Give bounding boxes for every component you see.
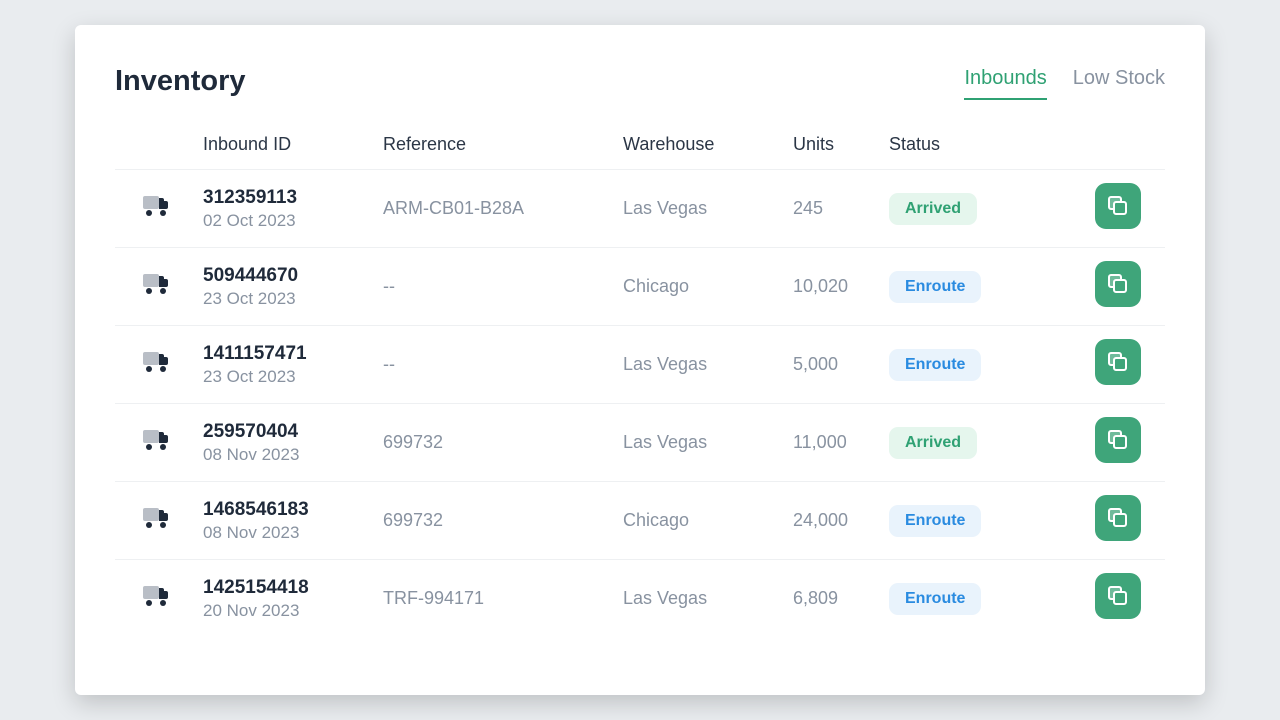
header-warehouse: Warehouse bbox=[623, 134, 793, 170]
inbound-date: 23 Oct 2023 bbox=[203, 366, 383, 387]
header-reference: Reference bbox=[383, 134, 623, 170]
tab-inbounds[interactable]: Inbounds bbox=[964, 67, 1046, 100]
copy-icon bbox=[1113, 435, 1127, 449]
units-value: 11,000 bbox=[793, 432, 847, 452]
units-value: 5,000 bbox=[793, 354, 838, 374]
inbound-date: 08 Nov 2023 bbox=[203, 522, 383, 543]
table-row: 25957040408 Nov 2023699732 Las Vegas 11,00… bbox=[115, 404, 1165, 482]
copy-button[interactable] bbox=[1095, 573, 1141, 619]
copy-icon bbox=[1113, 513, 1127, 527]
copy-icon bbox=[1113, 201, 1127, 215]
warehouse-value: Las Vegas bbox=[623, 198, 707, 218]
copy-button[interactable] bbox=[1095, 183, 1141, 229]
units-value: 6,809 bbox=[793, 588, 838, 608]
copy-button[interactable] bbox=[1095, 261, 1141, 307]
inbound-id: 509444670 bbox=[203, 264, 383, 288]
warehouse-value: Las Vegas bbox=[623, 354, 707, 374]
header-inbound-id: Inbound ID bbox=[203, 134, 383, 170]
table-row: 142515441820 Nov 2023TRF-994171 Las Vegas… bbox=[115, 560, 1165, 638]
table-row: 141115747123 Oct 2023-- Las Vegas 5,000 Enr… bbox=[115, 326, 1165, 404]
status-badge: Enroute bbox=[889, 271, 981, 303]
table-row: 146854618308 Nov 2023699732 Chicago 24,000… bbox=[115, 482, 1165, 560]
warehouse-value: Chicago bbox=[623, 276, 689, 296]
reference-value: 699732 bbox=[383, 432, 443, 452]
reference-value: 699732 bbox=[383, 510, 443, 530]
card-header: Inventory Inbounds Low Stock bbox=[115, 65, 1165, 100]
inbound-id: 259570404 bbox=[203, 420, 383, 444]
status-badge: Enroute bbox=[889, 349, 981, 381]
copy-icon bbox=[1113, 357, 1127, 371]
status-badge: Arrived bbox=[889, 193, 977, 225]
copy-button[interactable] bbox=[1095, 339, 1141, 385]
copy-icon bbox=[1113, 279, 1127, 293]
status-badge: Arrived bbox=[889, 427, 977, 459]
truck-icon bbox=[143, 586, 171, 606]
units-value: 24,000 bbox=[793, 510, 848, 530]
reference-value: -- bbox=[383, 276, 395, 296]
truck-icon bbox=[143, 274, 171, 294]
truck-icon bbox=[143, 196, 171, 216]
table-header-row: Inbound ID Reference Warehouse Units Sta… bbox=[115, 134, 1165, 170]
inbound-date: 02 Oct 2023 bbox=[203, 210, 383, 231]
inbound-date: 20 Nov 2023 bbox=[203, 600, 383, 621]
inbound-id: 1425154418 bbox=[203, 576, 383, 600]
warehouse-value: Las Vegas bbox=[623, 588, 707, 608]
table-row: 50944467023 Oct 2023-- Chicago 10,020 Enrou… bbox=[115, 248, 1165, 326]
status-badge: Enroute bbox=[889, 505, 981, 537]
reference-value: ARM-CB01-B28A bbox=[383, 198, 524, 218]
header-status: Status bbox=[889, 134, 1059, 170]
warehouse-value: Las Vegas bbox=[623, 432, 707, 452]
copy-button[interactable] bbox=[1095, 495, 1141, 541]
copy-icon bbox=[1113, 591, 1127, 605]
status-badge: Enroute bbox=[889, 583, 981, 615]
inbound-id: 1468546183 bbox=[203, 498, 383, 522]
units-value: 10,020 bbox=[793, 276, 848, 296]
inventory-card: Inventory Inbounds Low Stock Inbound ID … bbox=[75, 25, 1205, 695]
inbound-date: 08 Nov 2023 bbox=[203, 444, 383, 465]
view-tabs: Inbounds Low Stock bbox=[964, 65, 1165, 100]
inbound-id: 1411157471 bbox=[203, 342, 383, 366]
table-row: 31235911302 Oct 2023ARM-CB01-B28A Las Veg… bbox=[115, 170, 1165, 248]
inbounds-table: Inbound ID Reference Warehouse Units Sta… bbox=[115, 134, 1165, 637]
reference-value: -- bbox=[383, 354, 395, 374]
page-title: Inventory bbox=[115, 65, 246, 98]
warehouse-value: Chicago bbox=[623, 510, 689, 530]
inbound-id: 312359113 bbox=[203, 186, 383, 210]
copy-button[interactable] bbox=[1095, 417, 1141, 463]
units-value: 245 bbox=[793, 198, 823, 218]
tab-low-stock[interactable]: Low Stock bbox=[1073, 67, 1165, 100]
truck-icon bbox=[143, 508, 171, 528]
inbound-date: 23 Oct 2023 bbox=[203, 288, 383, 309]
reference-value: TRF-994171 bbox=[383, 588, 484, 608]
truck-icon bbox=[143, 352, 171, 372]
truck-icon bbox=[143, 430, 171, 450]
header-units: Units bbox=[793, 134, 889, 170]
